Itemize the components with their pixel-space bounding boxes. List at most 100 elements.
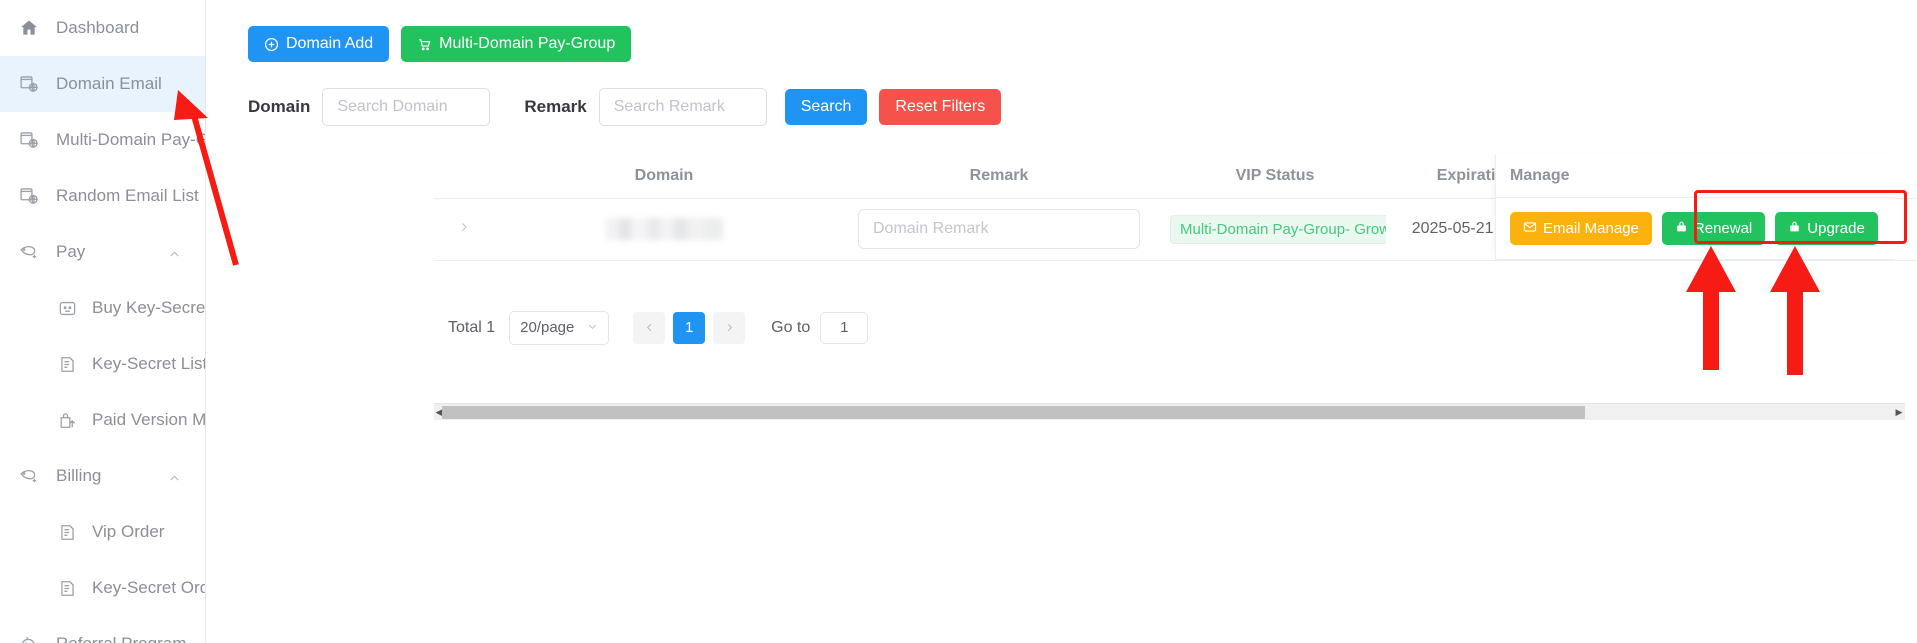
domain-icon (18, 129, 40, 151)
multi-domain-pay-group-button[interactable]: Multi-Domain Pay-Group (401, 26, 632, 62)
col-vip-status-header: VIP Status (1164, 154, 1386, 199)
col-manage-header: Manage (1496, 154, 1895, 198)
horizontal-scrollbar[interactable]: ◀ ▶ (434, 403, 1905, 420)
cart-icon (417, 37, 432, 52)
scrollbar-thumb[interactable] (442, 406, 1585, 419)
sidebar-item-buy-key-secret[interactable]: Buy Key-Secret (0, 280, 205, 336)
wallet-icon (56, 297, 78, 319)
search-domain-input[interactable] (322, 88, 491, 126)
sidebar-item-vip-order[interactable]: Vip Order (0, 504, 205, 560)
list-icon (56, 521, 78, 543)
sidebar-item-label: Referral Program (56, 634, 186, 643)
sidebar-item-label: Key-Secret List (92, 354, 206, 373)
sidebar-item-label: Random Email List (56, 186, 199, 205)
vip-status-clip: Multi-Domain Pay-Group- Growth (1164, 214, 1386, 244)
chevron-right-icon[interactable] (458, 220, 470, 237)
col-expand-header (434, 154, 494, 199)
upload-bag-icon (56, 409, 78, 431)
mail-icon (1523, 220, 1537, 238)
page-number-1-button[interactable]: 1 (673, 311, 706, 344)
sidebar: Dashboard Domain Email Multi-Domain Pay-… (0, 0, 206, 643)
domain-filter-label: Domain (248, 97, 311, 116)
sidebar-item-label: Key-Secret Order (92, 578, 205, 597)
manage-fixed-column: Manage Email Manage Renewal Upgrade (1495, 154, 1895, 260)
domain-icon (18, 73, 40, 95)
sidebar-group-referral-program[interactable]: Referral Program (0, 616, 205, 643)
manage-actions: Email Manage Renewal Upgrade (1496, 198, 1895, 260)
filter-bar: Domain Remark Search Reset Filters (206, 62, 1917, 126)
main-content: Domain Add Multi-Domain Pay-Group Domain… (206, 0, 1917, 643)
total-count-label: Total 1 (448, 318, 496, 336)
sidebar-group-pay[interactable]: Pay (0, 224, 205, 280)
chevron-left-icon (644, 320, 655, 336)
sidebar-item-label: Billing (56, 466, 102, 485)
reset-filters-button[interactable]: Reset Filters (879, 89, 1002, 125)
chevron-right-icon (724, 320, 735, 336)
page-size-select[interactable]: 20/page (509, 310, 610, 345)
sidebar-item-multi-domain-pay-group[interactable]: Multi-Domain Pay-Group (0, 112, 205, 168)
table-scroll-area: Domain Remark VIP Status Expiration ▲▼ D… (206, 154, 1917, 261)
remark-filter-label: Remark (524, 97, 587, 116)
domain-add-label: Domain Add (286, 35, 374, 52)
col-domain-header: Domain (494, 154, 834, 199)
sidebar-item-key-secret-order[interactable]: Key-Secret Order (0, 560, 205, 616)
chevron-up-icon[interactable] (168, 638, 181, 643)
pay-icon (18, 241, 40, 263)
sidebar-item-paid-version-migration[interactable]: Paid Version Migration (0, 392, 205, 448)
multi-domain-pay-group-label: Multi-Domain Pay-Group (439, 35, 616, 52)
sidebar-item-label: Vip Order (92, 522, 165, 541)
goto-page-input[interactable] (820, 311, 869, 344)
scroll-right-arrow-icon[interactable]: ▶ (1894, 406, 1904, 419)
renewal-label: Renewal (1693, 220, 1753, 237)
list-icon (56, 353, 78, 375)
sidebar-group-billing[interactable]: Billing (0, 448, 205, 504)
list-icon (56, 577, 78, 599)
masked-domain-value (605, 218, 723, 240)
sidebar-item-label: Dashboard (56, 18, 140, 37)
sidebar-item-domain-email[interactable]: Domain Email (0, 56, 205, 112)
col-remark-header: Remark (834, 154, 1164, 199)
lock-icon (1788, 220, 1801, 237)
action-toolbar: Domain Add Multi-Domain Pay-Group (206, 0, 1917, 62)
expand-cell[interactable] (434, 198, 494, 261)
sidebar-item-label: Buy Key-Secret (92, 298, 206, 317)
email-manage-label: Email Manage (1543, 220, 1639, 237)
sidebar-item-label: Pay (56, 242, 86, 261)
pagination-bar: Total 1 20/page 1 Go to (206, 310, 1917, 345)
sidebar-item-label: Domain Email (56, 74, 162, 93)
search-button-label: Search (800, 98, 852, 115)
upgrade-button[interactable]: Upgrade (1775, 212, 1878, 245)
lock-icon (1675, 220, 1688, 237)
chevron-up-icon[interactable] (168, 246, 181, 259)
domain-add-button[interactable]: Domain Add (248, 26, 390, 62)
table-container: Domain Remark VIP Status Expiration ▲▼ D… (206, 154, 1917, 420)
goto-label: Go to (771, 318, 811, 336)
piggy-icon (18, 633, 40, 643)
remark-cell (834, 198, 1164, 261)
upgrade-label: Upgrade (1807, 220, 1865, 237)
sidebar-item-label: Multi-Domain Pay-Group (56, 130, 205, 149)
vip-status-cell: Multi-Domain Pay-Group- Growth (1164, 198, 1386, 261)
vip-status-badge: Multi-Domain Pay-Group- Growth (1170, 214, 1386, 244)
chevron-up-icon[interactable] (168, 470, 181, 483)
pay-icon (18, 465, 40, 487)
domain-cell (494, 198, 834, 261)
app-root: Dashboard Domain Email Multi-Domain Pay-… (0, 0, 1917, 643)
sidebar-item-label: Paid Version Migration (92, 410, 206, 429)
domain-icon (18, 185, 40, 207)
email-manage-button[interactable]: Email Manage (1510, 212, 1652, 245)
sidebar-item-dashboard[interactable]: Dashboard (0, 0, 205, 56)
page-size-label: 20/page (520, 319, 575, 336)
home-icon (18, 17, 40, 39)
sidebar-item-random-email-list[interactable]: Random Email List (0, 168, 205, 224)
chevron-down-icon (587, 321, 598, 335)
next-page-button[interactable] (713, 311, 746, 344)
renewal-button[interactable]: Renewal (1661, 212, 1766, 245)
plus-circle-icon (264, 37, 279, 52)
search-button[interactable]: Search (784, 89, 868, 125)
reset-filters-label: Reset Filters (895, 98, 986, 115)
search-remark-input[interactable] (598, 88, 767, 126)
sidebar-item-key-secret-list[interactable]: Key-Secret List (0, 336, 205, 392)
domain-remark-input[interactable] (858, 209, 1140, 249)
prev-page-button[interactable] (633, 311, 666, 344)
